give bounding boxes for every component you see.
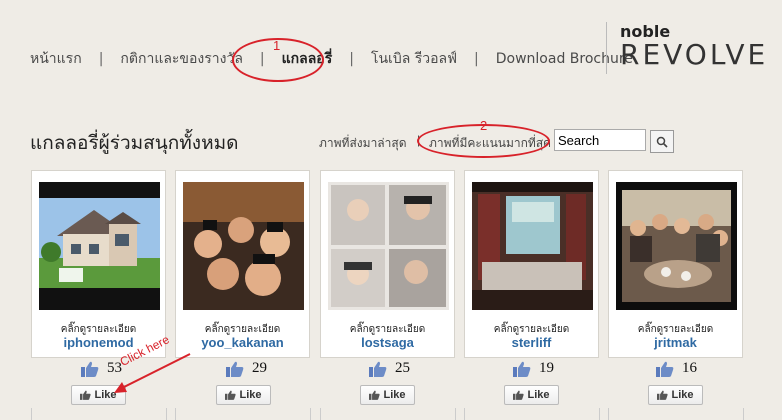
- divider: [320, 408, 321, 420]
- nav-noble-revolve[interactable]: โนเบิล รีวอลฟ์: [371, 48, 457, 70]
- vote-row: 25: [369, 360, 410, 377]
- nav-separator: |: [474, 51, 479, 67]
- gallery-card: คลิ๊กดูรายละเอียด jritmak: [608, 170, 743, 358]
- like-thumb-icon: [80, 390, 92, 400]
- entry-username[interactable]: sterliff: [465, 335, 598, 350]
- divider: [166, 408, 167, 420]
- filter-latest[interactable]: ภาพที่ส่งมาล่าสุด: [319, 134, 407, 153]
- thumbs-up-icon: [513, 361, 531, 377]
- nav-rules-prizes[interactable]: กติกาและของรางวัล: [120, 48, 243, 70]
- divider: [599, 408, 600, 420]
- search-input[interactable]: [554, 129, 646, 151]
- vote-count: 16: [682, 360, 697, 376]
- search-button[interactable]: [650, 130, 674, 153]
- like-label: Like: [527, 389, 550, 401]
- party-photo: [616, 182, 737, 310]
- thumbs-up-icon: [226, 361, 244, 377]
- annotation-number-1: 1: [273, 38, 281, 53]
- nav-download-brochure[interactable]: Download Brochure: [496, 51, 633, 67]
- like-thumb-icon: [513, 390, 525, 400]
- like-button[interactable]: Like: [504, 385, 559, 405]
- like-thumb-icon: [369, 390, 381, 400]
- entry-username[interactable]: jritmak: [609, 335, 742, 350]
- entry-photo[interactable]: [328, 182, 449, 310]
- group-selfie-photo: [183, 182, 304, 310]
- annotation-number-2: 2: [480, 118, 488, 133]
- divider: [455, 408, 456, 420]
- collage-photo: [328, 182, 449, 310]
- vote-row: 29: [226, 360, 267, 377]
- gallery-title: แกลลอรี่ผู้ร่วมสนุกทั้งหมด: [30, 132, 239, 154]
- thumbs-up-icon: [81, 361, 99, 377]
- like-button[interactable]: Like: [648, 385, 703, 405]
- like-button[interactable]: Like: [216, 385, 271, 405]
- like-label: Like: [671, 389, 694, 401]
- gallery-card: คลิ๊กดูรายละเอียด sterliff: [464, 170, 599, 358]
- divider: [31, 408, 32, 420]
- gallery-card: คลิ๊กดูรายละเอียด lostsaga: [320, 170, 455, 358]
- logo[interactable]: noble REVOLVE: [620, 24, 770, 70]
- divider: [175, 408, 176, 420]
- like-thumb-icon: [657, 390, 669, 400]
- divider: [464, 408, 465, 420]
- gallery-card: คลิ๊กดูรายละเอียด yoo_kakanan: [175, 170, 310, 358]
- thumbs-up-icon: [369, 361, 387, 377]
- entry-photo[interactable]: [616, 182, 737, 310]
- vote-count: 19: [539, 360, 554, 376]
- like-button[interactable]: Like: [360, 385, 415, 405]
- logo-big-text: REVOLVE: [620, 38, 769, 71]
- magnifier-icon: [656, 136, 668, 148]
- bedroom-photo: [472, 182, 593, 310]
- house-photo: [39, 198, 160, 310]
- nav-separator: |: [349, 51, 354, 67]
- vote-row: 19: [513, 360, 554, 377]
- vote-count: 25: [395, 360, 410, 376]
- like-label: Like: [383, 389, 406, 401]
- divider: [310, 408, 311, 420]
- logo-divider: [606, 22, 607, 74]
- vote-count: 29: [252, 360, 267, 376]
- main-nav: หน้าแรก | กติกาและของรางวัล | แกลลอรี่ |…: [30, 48, 633, 70]
- thumbs-up-icon: [656, 361, 674, 377]
- like-label: Like: [239, 389, 262, 401]
- entry-username[interactable]: lostsaga: [321, 335, 454, 350]
- annotation-arrow: [114, 353, 191, 393]
- entry-photo[interactable]: [183, 182, 304, 310]
- divider: [608, 408, 609, 420]
- entry-username[interactable]: yoo_kakanan: [176, 335, 309, 350]
- like-thumb-icon: [225, 390, 237, 400]
- entry-photo[interactable]: [472, 182, 593, 310]
- divider: [743, 408, 744, 420]
- nav-home[interactable]: หน้าแรก: [30, 48, 82, 70]
- vote-row: 16: [656, 360, 697, 377]
- entry-photo[interactable]: [39, 182, 160, 310]
- gallery-card: คลิ๊กดูรายละเอียด iphonemod: [31, 170, 166, 358]
- nav-separator: |: [98, 51, 104, 67]
